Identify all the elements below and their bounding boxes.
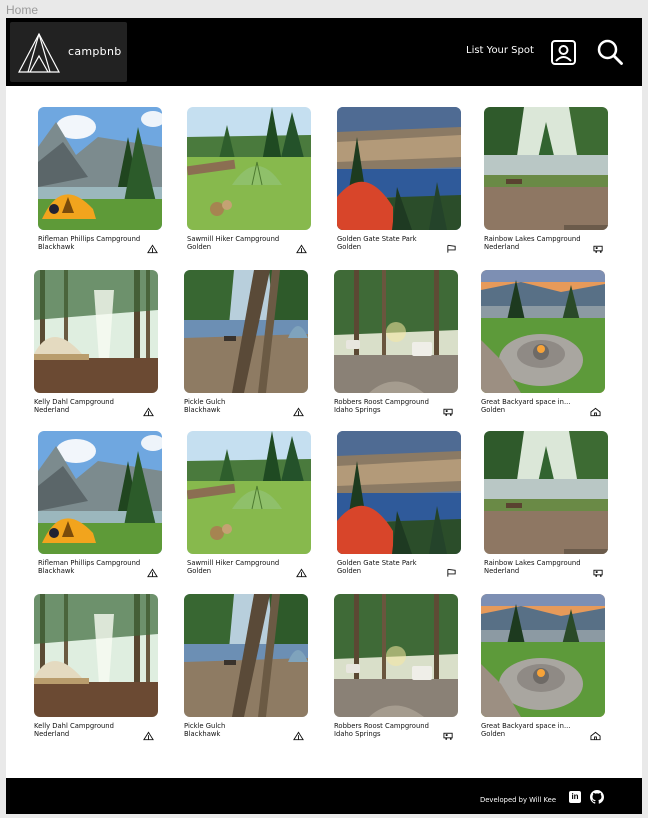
tent-icon <box>296 239 307 254</box>
listing-photo[interactable] <box>337 107 461 230</box>
listing-photo[interactable] <box>34 594 158 717</box>
listing-title[interactable]: Golden Gate State Park <box>337 559 449 567</box>
listing-location: Nederland <box>484 243 520 251</box>
listing-photo[interactable] <box>334 594 458 717</box>
listing-location: Idaho Springs <box>334 730 381 738</box>
tent-icon <box>143 726 154 741</box>
developer-credit: Developed by Will Kee <box>480 796 557 804</box>
listing-grid: Rifleman Phillips Campground Blackhawk S… <box>6 18 642 814</box>
listing-location: Nederland <box>484 567 520 575</box>
tent-icon <box>293 726 304 741</box>
listing-title[interactable]: Sawmill Hiker Campground <box>187 235 299 243</box>
tent-icon <box>296 563 307 578</box>
listing-photo[interactable] <box>34 270 158 393</box>
listing-title[interactable]: Kelly Dahl Campground <box>34 722 146 730</box>
listing-title[interactable]: Golden Gate State Park <box>337 235 449 243</box>
listing-photo[interactable] <box>187 431 311 554</box>
tent-icon <box>147 563 158 578</box>
listing-photo[interactable] <box>484 107 608 230</box>
listing-title[interactable]: Great Backyard space in... <box>481 398 593 406</box>
listing-location: Blackhawk <box>38 567 75 575</box>
listing-title[interactable]: Rainbow Lakes Campground <box>484 235 596 243</box>
listing-location: Blackhawk <box>184 730 221 738</box>
listing-photo[interactable] <box>184 270 308 393</box>
listing-location: Golden <box>187 567 212 575</box>
tent-icon <box>143 402 154 417</box>
listing-title[interactable]: Sawmill Hiker Campground <box>187 559 299 567</box>
listing-title[interactable]: Robbers Roost Campground <box>334 722 446 730</box>
tent-icon <box>293 402 304 417</box>
listing-photo[interactable] <box>481 270 605 393</box>
listing-photo[interactable] <box>38 431 162 554</box>
listing-photo[interactable] <box>337 431 461 554</box>
listing-title[interactable]: Great Backyard space in... <box>481 722 593 730</box>
listing-photo[interactable] <box>484 431 608 554</box>
listing-title[interactable]: Pickle Gulch <box>184 722 296 730</box>
listing-location: Blackhawk <box>38 243 75 251</box>
github-icon[interactable] <box>590 790 604 804</box>
listing-location: Nederland <box>34 406 70 414</box>
listing-location: Blackhawk <box>184 406 221 414</box>
house-icon <box>590 402 601 417</box>
listing-location: Golden <box>187 243 212 251</box>
linkedin-icon[interactable]: in <box>569 791 581 803</box>
listing-title[interactable]: Pickle Gulch <box>184 398 296 406</box>
listing-title[interactable]: Kelly Dahl Campground <box>34 398 146 406</box>
rv-icon <box>443 726 454 740</box>
tent-icon <box>147 239 158 254</box>
flag-icon <box>446 563 457 577</box>
footer: Developed by Will Kee in <box>6 778 642 814</box>
listing-location: Idaho Springs <box>334 406 381 414</box>
listing-location: Golden <box>481 406 506 414</box>
house-icon <box>590 726 601 741</box>
listing-title[interactable]: Robbers Roost Campground <box>334 398 446 406</box>
frame-label: Home <box>6 3 39 17</box>
listing-title[interactable]: Rainbow Lakes Campground <box>484 559 596 567</box>
listing-location: Golden <box>337 567 362 575</box>
listing-photo[interactable] <box>481 594 605 717</box>
listing-location: Golden <box>481 730 506 738</box>
listing-photo[interactable] <box>38 107 162 230</box>
listing-photo[interactable] <box>334 270 458 393</box>
listing-location: Nederland <box>34 730 70 738</box>
listing-location: Golden <box>337 243 362 251</box>
flag-icon <box>446 239 457 253</box>
rv-icon <box>443 402 454 416</box>
listing-title[interactable]: Rifleman Phillips Campground <box>38 235 150 243</box>
rv-icon <box>593 239 604 253</box>
rv-icon <box>593 563 604 577</box>
listing-photo[interactable] <box>184 594 308 717</box>
page: campbnb List Your Spot Rifleman Phillips… <box>6 18 642 814</box>
listing-photo[interactable] <box>187 107 311 230</box>
listing-title[interactable]: Rifleman Phillips Campground <box>38 559 150 567</box>
